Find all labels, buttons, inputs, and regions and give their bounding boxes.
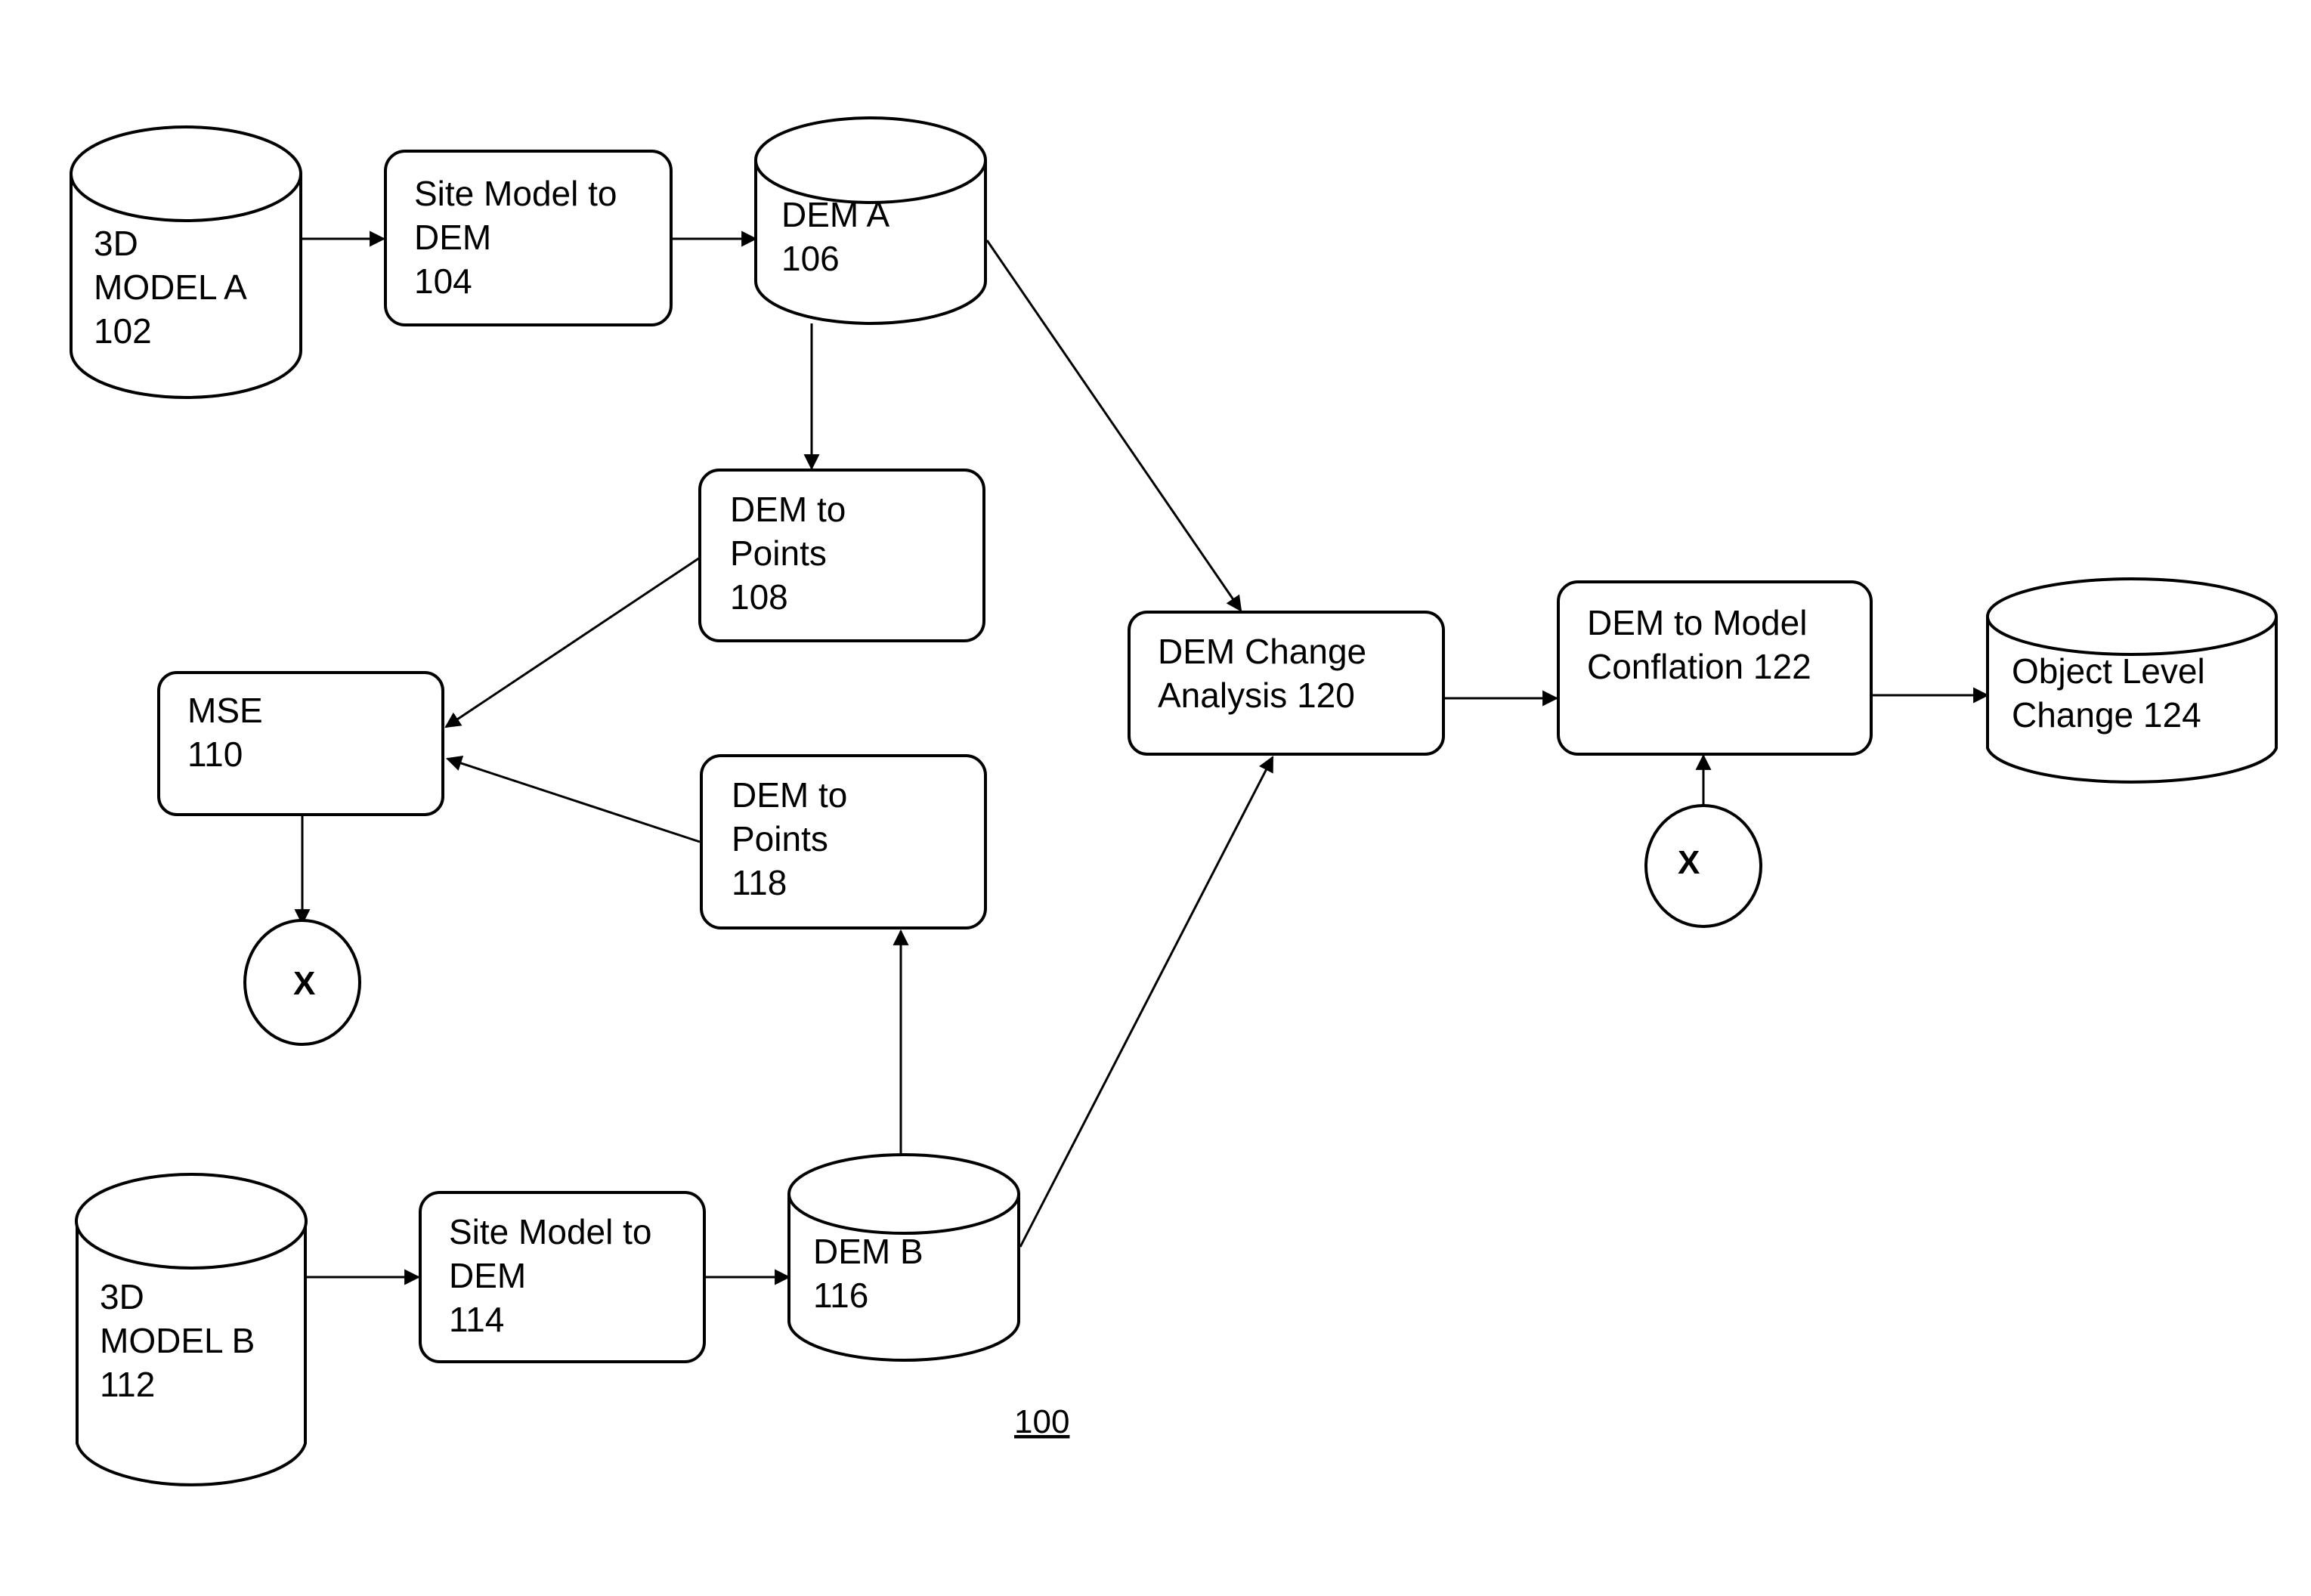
cylinder-dem-a[interactable]: DEM A 106 [754, 116, 987, 325]
connector-label: X [1678, 844, 1700, 881]
label-line: 114 [449, 1300, 504, 1339]
edge-116-120 [1019, 756, 1274, 1248]
connector-label: X [293, 965, 315, 1002]
connector-x-conflation[interactable]: X [1644, 804, 1762, 928]
label-line: Analysis 120 [1158, 676, 1355, 715]
box-dem-to-model-conflation[interactable]: DEM to Model Conflation 122 [1557, 580, 1873, 756]
figure-label: 100 [1014, 1403, 1069, 1440]
edge-108-110 [444, 556, 701, 728]
edges [294, 230, 1990, 1285]
label-line: DEM to [732, 775, 847, 815]
label-line: DEM [414, 218, 491, 257]
box-mse[interactable]: MSE 110 [157, 671, 444, 816]
label-line: Site Model to [414, 174, 617, 213]
label-line: 108 [730, 577, 788, 617]
box-dem-change-analysis[interactable]: DEM Change Analysis 120 [1128, 611, 1445, 756]
label-line: DEM Change [1158, 632, 1366, 671]
cylinder-dem-b[interactable]: DEM B 116 [787, 1153, 1020, 1362]
label-line: Points [730, 534, 827, 573]
box-dem-to-points-108[interactable]: DEM to Points 108 [698, 469, 985, 642]
label-line: MSE [187, 691, 263, 730]
label-line: DEM A [781, 195, 889, 234]
label-line: Site Model to [449, 1212, 651, 1251]
label-line: 106 [781, 239, 840, 278]
label-line: 116 [813, 1276, 868, 1315]
label-line: 104 [414, 261, 472, 301]
label-line: Conflation 122 [1587, 647, 1811, 686]
edge-106-120 [985, 240, 1242, 612]
label-line: DEM B [813, 1232, 923, 1271]
label-line: Points [732, 819, 828, 858]
label-line: DEM to Model [1587, 603, 1807, 642]
label-line: 3D [94, 224, 138, 263]
label-line: MODEL B [100, 1321, 255, 1360]
box-site-model-to-dem-b[interactable]: Site Model to DEM 114 [419, 1191, 706, 1363]
connector-x-mse[interactable]: X [243, 919, 361, 1046]
label-line: DEM to [730, 490, 846, 529]
label-line: 3D [100, 1277, 144, 1316]
flow-diagram: 3D MODEL A 102 DEM A 106 3D MODEL B 112 … [70, 116, 2278, 1486]
label-line: Object Level [2012, 651, 2205, 691]
cylinder-3d-model-a[interactable]: 3D MODEL A 102 [70, 125, 302, 399]
label-line: 110 [187, 735, 243, 774]
cylinder-3d-model-b[interactable]: 3D MODEL B 112 [75, 1173, 308, 1486]
box-site-model-to-dem-a[interactable]: Site Model to DEM 104 [384, 150, 673, 326]
cylinder-object-level-change[interactable]: Object Level Change 124 [1986, 577, 2278, 784]
label-line: 112 [100, 1365, 155, 1404]
label-line: MODEL A [94, 268, 247, 307]
label-line: 118 [732, 863, 787, 902]
label-line: DEM [449, 1256, 526, 1295]
label-line: Change 124 [2012, 695, 2201, 735]
label-line: 102 [94, 311, 152, 351]
edge-118-110 [446, 755, 701, 843]
box-dem-to-points-118[interactable]: DEM to Points 118 [700, 754, 987, 929]
